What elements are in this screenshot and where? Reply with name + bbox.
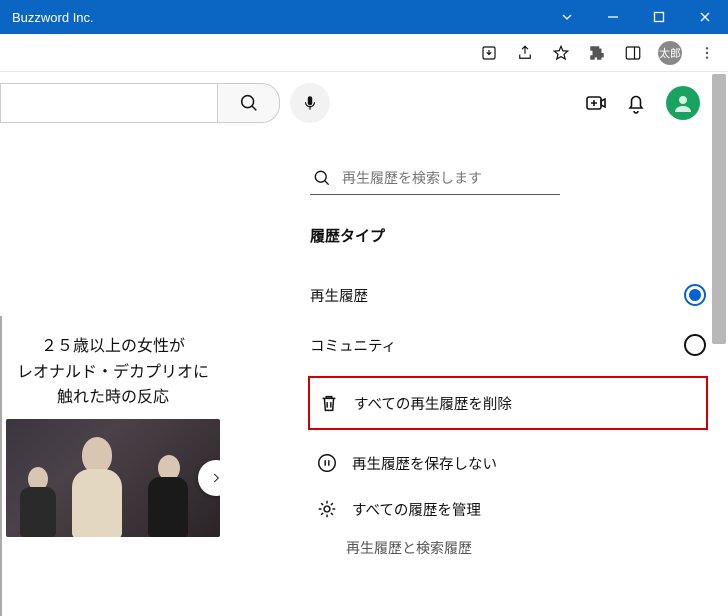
radio-unselected-icon bbox=[684, 334, 706, 356]
radio-watch-history[interactable]: 再生履歴 bbox=[310, 270, 706, 320]
install-icon[interactable] bbox=[478, 42, 500, 64]
scrollbar[interactable] bbox=[712, 74, 726, 344]
clear-all-history-button[interactable]: すべての再生履歴を削除 bbox=[308, 376, 708, 430]
extensions-icon[interactable] bbox=[586, 42, 608, 64]
history-search[interactable] bbox=[310, 162, 560, 195]
create-button[interactable] bbox=[576, 83, 616, 123]
video-title-line: 触れた時の反応 bbox=[6, 385, 220, 411]
radio-community-label: コミュニティ bbox=[310, 335, 396, 356]
video-card[interactable]: ２５歳以上の女性が レオナルド・デカプリオに 触れた時の反応 bbox=[6, 334, 220, 537]
history-search-input[interactable] bbox=[342, 170, 558, 186]
create-icon bbox=[584, 91, 608, 115]
window-minimize-button[interactable] bbox=[590, 0, 636, 34]
profile-avatar[interactable]: 太郎 bbox=[658, 41, 682, 65]
mic-icon bbox=[301, 94, 319, 112]
star-icon[interactable] bbox=[550, 42, 572, 64]
left-edge-divider bbox=[0, 316, 2, 616]
browser-toolbar: 太郎 bbox=[0, 34, 728, 72]
pause-label: 再生履歴を保存しない bbox=[352, 453, 497, 474]
search-icon bbox=[312, 168, 332, 188]
gear-icon bbox=[316, 498, 338, 520]
window-maximize-button[interactable] bbox=[636, 0, 682, 34]
sidepanel-icon[interactable] bbox=[622, 42, 644, 64]
window-titlebar: Buzzword Inc. bbox=[0, 0, 728, 34]
manage-label: すべての履歴を管理 bbox=[352, 499, 481, 520]
window-title: Buzzword Inc. bbox=[12, 10, 94, 25]
window-dropdown-button[interactable] bbox=[544, 0, 590, 34]
app-topbar bbox=[0, 80, 706, 125]
window-controls bbox=[544, 0, 728, 34]
chevron-right-icon bbox=[209, 471, 220, 485]
history-type-heading: 履歴タイプ bbox=[310, 225, 706, 246]
radio-community[interactable]: コミュニティ bbox=[310, 320, 706, 370]
manage-sublink[interactable]: 再生履歴と検索履歴 bbox=[346, 532, 706, 558]
video-title-line: レオナルド・デカプリオに bbox=[6, 360, 220, 386]
video-title: ２５歳以上の女性が レオナルド・デカプリオに 触れた時の反応 bbox=[6, 334, 220, 411]
clear-all-label: すべての再生履歴を削除 bbox=[354, 393, 512, 414]
video-thumbnail[interactable] bbox=[6, 419, 220, 537]
pause-icon bbox=[316, 452, 338, 474]
radio-selected-icon bbox=[684, 284, 706, 306]
bell-icon bbox=[624, 91, 648, 115]
search-icon bbox=[238, 92, 260, 114]
share-icon[interactable] bbox=[514, 42, 536, 64]
voice-search-button[interactable] bbox=[290, 83, 330, 123]
window-close-button[interactable] bbox=[682, 0, 728, 34]
radio-watch-label: 再生履歴 bbox=[310, 285, 368, 306]
search-input[interactable] bbox=[0, 83, 218, 123]
search-button[interactable] bbox=[218, 83, 280, 123]
page-content: 履歴タイプ 再生履歴 コミュニティ すべての再生履歴を削除 再生履歴を保存しない… bbox=[0, 72, 728, 600]
kebab-menu-icon[interactable] bbox=[696, 42, 718, 64]
pause-history-button[interactable]: 再生履歴を保存しない bbox=[310, 440, 706, 486]
avatar-icon bbox=[671, 91, 695, 115]
video-title-line: ２５歳以上の女性が bbox=[6, 334, 220, 360]
notifications-button[interactable] bbox=[616, 83, 656, 123]
trash-icon bbox=[318, 392, 340, 414]
account-avatar[interactable] bbox=[666, 86, 700, 120]
history-panel: 履歴タイプ 再生履歴 コミュニティ すべての再生履歴を削除 再生履歴を保存しない… bbox=[310, 162, 706, 558]
next-arrow-button[interactable] bbox=[198, 460, 220, 496]
manage-history-button[interactable]: すべての履歴を管理 bbox=[310, 486, 706, 532]
